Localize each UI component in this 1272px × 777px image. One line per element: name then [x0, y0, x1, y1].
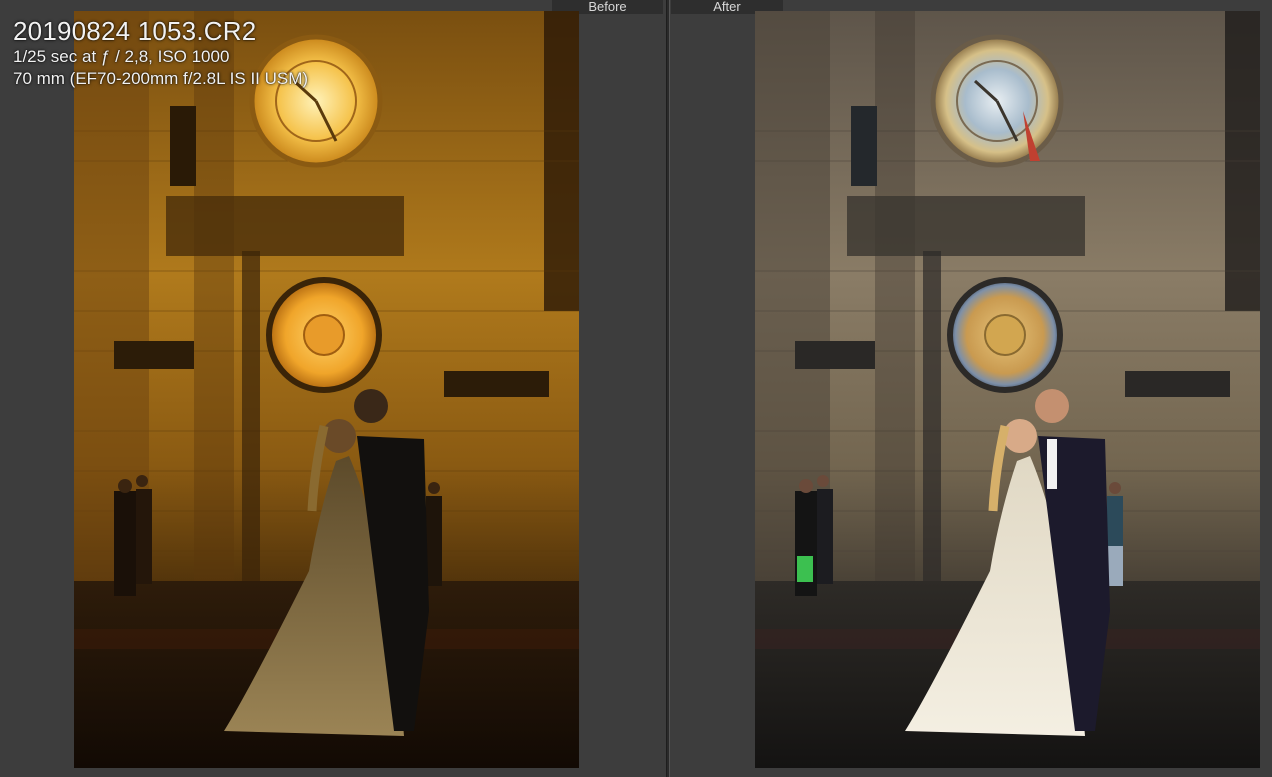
before-photo[interactable]: [74, 11, 579, 768]
exposure-text: 1/25 sec at ƒ / 2,8, ISO 1000: [13, 47, 230, 66]
lightroom-compare-view: Before After 20190824 1053.CR2 1/25 sec …: [0, 0, 1272, 777]
before-photo-image: [74, 11, 579, 768]
lens-text: 70 mm (EF70-200mm f/2.8L IS II USM): [13, 69, 309, 88]
filename-text: 20190824 1053.CR2: [13, 16, 257, 46]
after-photo-image: [755, 11, 1260, 768]
after-photo[interactable]: [755, 11, 1260, 768]
photo-info-overlay: 20190824 1053.CR2 1/25 sec at ƒ / 2,8, I…: [13, 16, 308, 90]
